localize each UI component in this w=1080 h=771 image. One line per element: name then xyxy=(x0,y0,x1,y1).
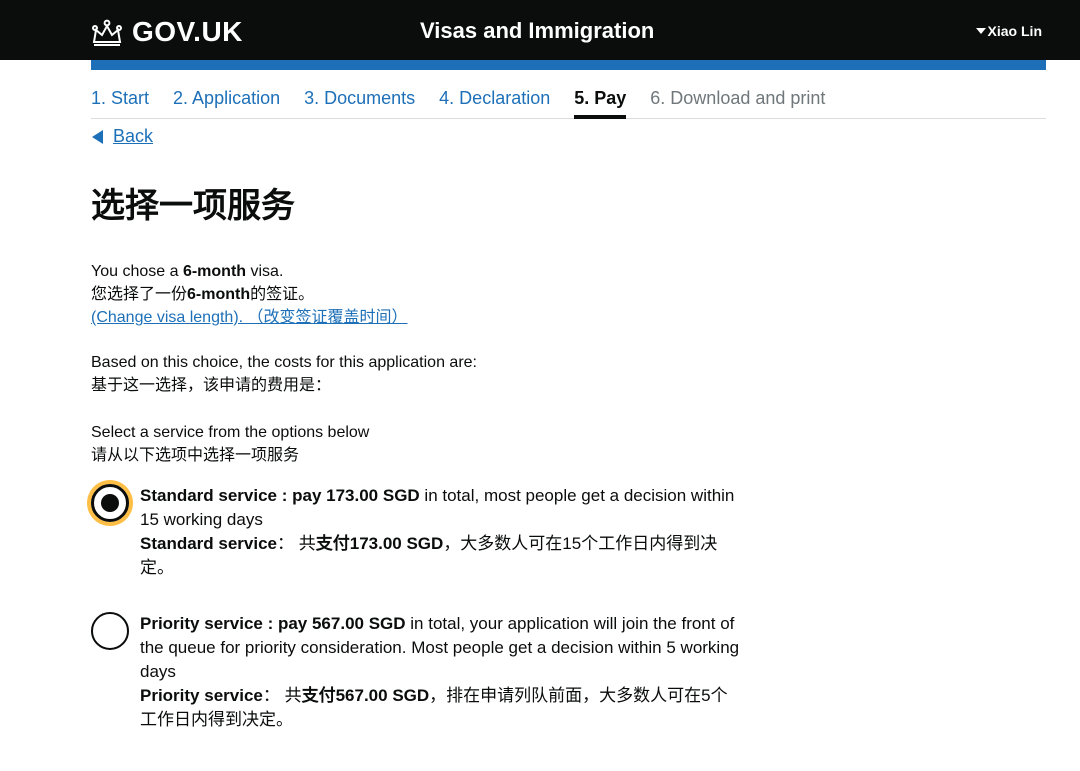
step-declaration[interactable]: 4. Declaration xyxy=(439,86,550,119)
standard-service-label[interactable]: Standard service : pay 173.00 SGD in tot… xyxy=(140,484,740,580)
standard-service-option[interactable]: Standard service : pay 173.00 SGD in tot… xyxy=(91,484,740,580)
step-download-print: 6. Download and print xyxy=(650,88,826,108)
change-visa-length-link[interactable]: (Change visa length). （改变签证覆盖时间） xyxy=(91,309,408,326)
crown-icon xyxy=(92,19,122,46)
select-intro: Select a service from the options below … xyxy=(91,424,370,464)
step-application[interactable]: 2. Application xyxy=(173,86,280,119)
step-documents[interactable]: 3. Documents xyxy=(304,86,415,119)
step-navigation: 1. Start 2. Application 3. Documents 4. … xyxy=(91,86,1046,119)
logo-text: GOV.UK xyxy=(132,16,243,47)
priority-service-radio[interactable] xyxy=(91,612,129,650)
visa-choice-zh: 您选择了一份6-month的签证。 xyxy=(91,286,315,303)
header-accent-bar xyxy=(91,60,1046,70)
visa-choice-en: You chose a 6-month visa. xyxy=(91,263,284,280)
page-title: 选择一项服务 xyxy=(91,187,295,225)
back-link[interactable]: Back xyxy=(113,126,153,147)
back-arrow-icon xyxy=(92,129,103,144)
priority-service-label[interactable]: Priority service : pay 567.00 SGD in tot… xyxy=(140,612,740,732)
service-name[interactable]: Visas and Immigration xyxy=(420,18,654,44)
back-link-row: Back xyxy=(92,126,153,147)
priority-service-option[interactable]: Priority service : pay 567.00 SGD in tot… xyxy=(91,612,740,732)
step-start[interactable]: 1. Start xyxy=(91,86,149,119)
standard-service-radio[interactable] xyxy=(91,484,129,522)
caret-down-icon xyxy=(975,28,986,34)
govuk-logo-link[interactable]: GOV.UK xyxy=(90,14,243,50)
costs-intro: Based on this choice, the costs for this… xyxy=(91,354,477,394)
step-pay-current: 5. Pay xyxy=(574,86,627,119)
user-name: Xiao Lin xyxy=(987,23,1042,39)
top-header: GOV.UK Visas and Immigration Xiao Lin xyxy=(0,0,1080,60)
visa-choice-text: You chose a 6-month visa. 您选择了一份6-month的… xyxy=(91,260,408,329)
user-menu[interactable]: Xiao Lin xyxy=(975,23,1042,39)
